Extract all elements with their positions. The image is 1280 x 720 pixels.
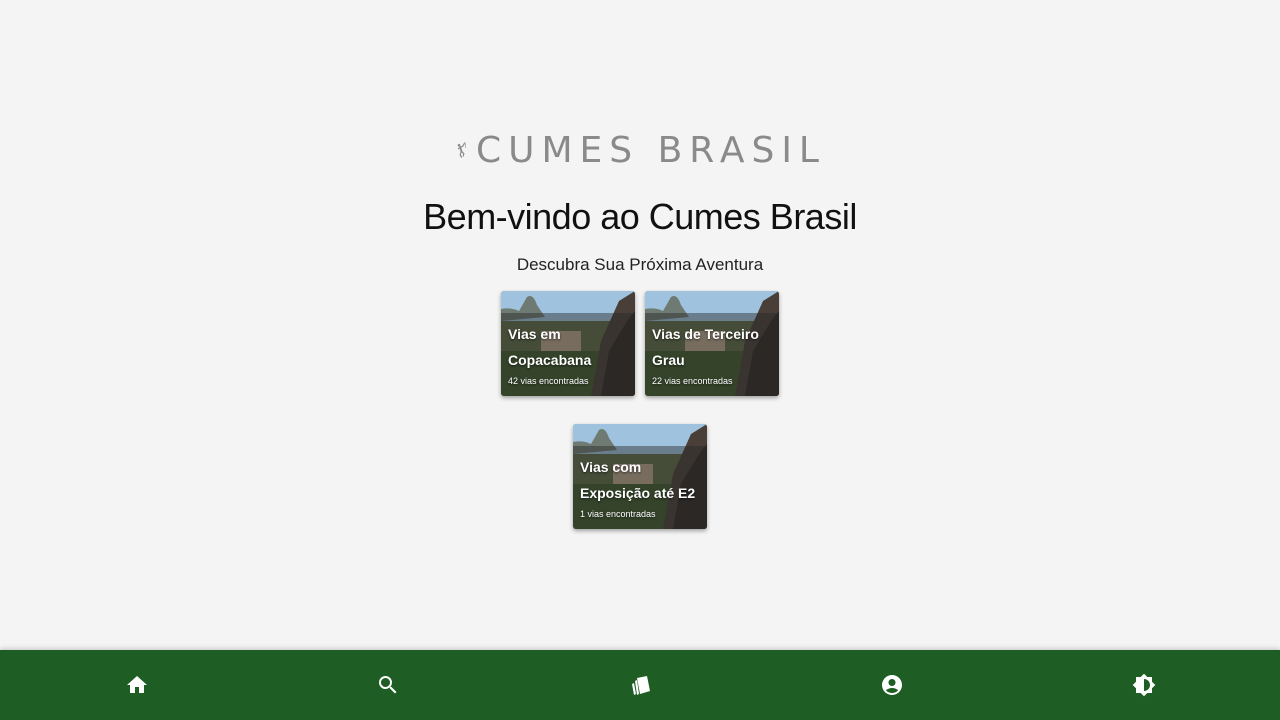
nav-theme-toggle-button[interactable] bbox=[1016, 650, 1272, 720]
collection-card-count: 42 vias encontradas bbox=[508, 376, 589, 386]
collection-card-title: Vias de Terceiro Grau bbox=[652, 326, 759, 368]
home-icon bbox=[127, 676, 147, 693]
collection-card-count: 1 vias encontradas bbox=[580, 509, 656, 519]
collection-card-count: 22 vias encontradas bbox=[652, 376, 733, 386]
collection-card-exposicao-e2[interactable]: Vias com Exposição até E2 1 vias encontr… bbox=[573, 424, 707, 529]
cumes-brasil-logo: CUMES BRASIL bbox=[456, 120, 826, 180]
logo-text: CUMES BRASIL bbox=[476, 129, 826, 171]
nav-account-button[interactable] bbox=[764, 650, 1020, 720]
climber-icon bbox=[457, 141, 466, 158]
home-page: CUMES BRASIL Bem-vindo ao Cumes Brasil D… bbox=[0, 0, 1280, 720]
page-title: Bem-vindo ao Cumes Brasil bbox=[423, 196, 857, 237]
nav-search-button[interactable] bbox=[260, 650, 516, 720]
nav-collections-button[interactable] bbox=[512, 650, 768, 720]
collections-icon bbox=[632, 676, 650, 695]
collection-card-title: Vias com Exposição até E2 bbox=[580, 459, 696, 501]
bottom-navigation bbox=[0, 650, 1280, 720]
nav-home-button[interactable] bbox=[9, 650, 265, 720]
theme-toggle-icon bbox=[1132, 673, 1156, 697]
page-subtitle: Descubra Sua Próxima Aventura bbox=[516, 255, 764, 274]
collection-card-copacabana[interactable]: Vias em Copacabana 42 vias encontradas bbox=[501, 291, 635, 396]
search-icon bbox=[379, 676, 397, 694]
collection-card-title: Vias em Copacabana bbox=[508, 326, 592, 368]
collection-card-terceiro-grau[interactable]: Vias de Terceiro Grau 22 vias encontrada… bbox=[645, 291, 779, 396]
account-icon bbox=[882, 675, 902, 695]
